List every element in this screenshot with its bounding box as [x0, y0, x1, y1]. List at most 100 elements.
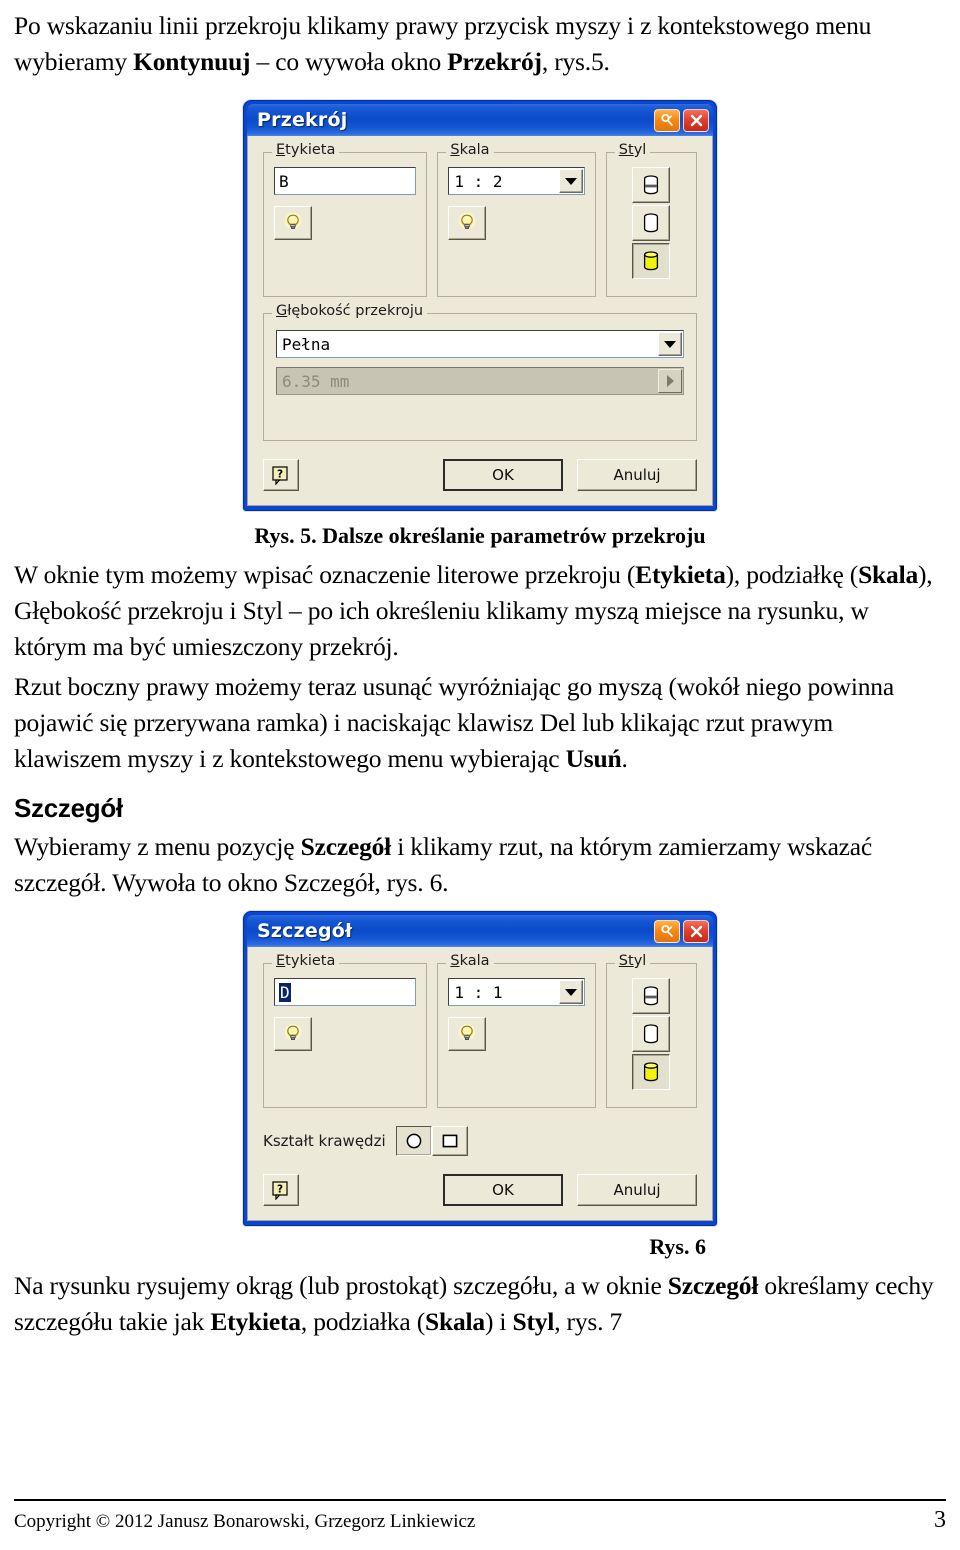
- square-edge-button[interactable]: [431, 1126, 468, 1156]
- footer-divider: [14, 1499, 946, 1501]
- style-plain-cylinder-button-przekroj[interactable]: [632, 205, 671, 241]
- after-fig6-i: , rys. 7: [554, 1307, 623, 1336]
- square-edge-icon: [442, 1134, 458, 1148]
- style-hatched-cylinder-button-przekroj[interactable]: [632, 167, 671, 203]
- style-yellow-cylinder-icon: [644, 251, 659, 271]
- dialog-szczegol-title: Szczegół: [257, 920, 353, 942]
- paragraph-delete-view: Rzut boczny prawy możemy teraz usunąć wy…: [14, 669, 946, 777]
- help-pin-icon[interactable]: [654, 919, 680, 943]
- cancel-button-szczegol[interactable]: Anuluj: [577, 1174, 697, 1206]
- group-etykieta-legend: Etykieta: [272, 953, 340, 969]
- glebokosc-combo[interactable]: Pełna: [276, 330, 684, 358]
- group-etykieta-szczegol: Etykieta D: [263, 953, 428, 1108]
- intro-line1: Po wskazaniu linii przekroju klikamy pra…: [14, 11, 872, 40]
- legend-accel: St: [618, 953, 634, 969]
- after-fig5-a: W oknie tym możemy wpisać oznaczenie lit…: [14, 560, 636, 589]
- etykieta-input-szczegol[interactable]: D: [274, 978, 417, 1006]
- document-page: Po wskazaniu linii przekroju klikamy pra…: [0, 0, 960, 1550]
- caret: [564, 177, 577, 185]
- group-etykieta-legend: Etykieta: [272, 142, 340, 158]
- style-yellow-cylinder-button-szczegol[interactable]: [632, 1054, 671, 1090]
- dialog-szczegol[interactable]: Szczegół Etykieta D Skala 1: 1 Styl Ksz…: [243, 911, 717, 1226]
- delete-view-a: Rzut boczny prawy możemy teraz usunąć wy…: [14, 672, 894, 773]
- page-footer: Copyright © 2012 Janusz Bonarowski, Grze…: [14, 1499, 946, 1534]
- ok-button-szczegol[interactable]: OK: [443, 1174, 563, 1206]
- etykieta-input-value: B: [279, 171, 289, 191]
- intro-line2-e: , rys.5.: [541, 47, 610, 76]
- group-styl-szczegol: Styl: [605, 953, 697, 1108]
- etykieta-lightbulb-button-przekroj[interactable]: [274, 206, 312, 240]
- legend-accel: S: [450, 142, 460, 158]
- legend-accel: St: [618, 142, 634, 158]
- legend-rest: tykieta: [285, 142, 336, 158]
- group-styl-przekroj: Styl: [605, 142, 697, 297]
- legend-rest: yl: [633, 953, 647, 969]
- dialog-przekroj-titlebar[interactable]: Przekrój: [247, 104, 713, 136]
- term-etykieta-2: Etykieta: [210, 1307, 301, 1336]
- cancel-button-przekroj[interactable]: Anuluj: [577, 459, 697, 491]
- page-number: 3: [934, 1507, 946, 1533]
- skala-lightbulb-button-szczegol[interactable]: [448, 1017, 487, 1051]
- term-styl: Styl: [512, 1307, 555, 1336]
- help-button-przekroj[interactable]: ?: [263, 459, 299, 491]
- skala-combo-przekroj[interactable]: 1 : 2: [448, 167, 585, 195]
- circle-edge-button[interactable]: [395, 1126, 432, 1156]
- help-question-icon: ?: [272, 466, 288, 485]
- circle-edge-icon: [406, 1133, 421, 1149]
- group-glebokosc-legend: Głębokość przekroju: [272, 303, 428, 319]
- style-plain-cylinder-button-szczegol[interactable]: [632, 1016, 671, 1052]
- lightbulb-icon: [458, 1023, 476, 1041]
- glebokosc-spinner-value: 6.35 mm: [282, 371, 350, 391]
- close-icon[interactable]: [683, 108, 709, 132]
- help-button-szczegol[interactable]: ?: [263, 1174, 299, 1206]
- etykieta-lightbulb-button-szczegol[interactable]: [274, 1017, 312, 1051]
- chevron-right-icon: [658, 369, 682, 393]
- after-fig6-e: , podziałka (: [300, 1307, 425, 1336]
- titlebar-buttons: [654, 919, 709, 943]
- footer-row: Copyright © 2012 Janusz Bonarowski, Grze…: [14, 1507, 946, 1534]
- svg-text:?: ?: [277, 468, 283, 480]
- style-yellow-cylinder-button-przekroj[interactable]: [632, 243, 671, 279]
- help-question-icon: ?: [272, 1181, 288, 1200]
- close-icon[interactable]: [683, 919, 709, 943]
- term-przekroj: Przekrój: [447, 47, 542, 76]
- help-pin-icon[interactable]: [654, 108, 680, 132]
- style-plain-cylinder-icon: [644, 1024, 659, 1044]
- chevron-down-icon[interactable]: [558, 169, 583, 193]
- footer-copyright: Copyright © 2012 Janusz Bonarowski, Grze…: [14, 1511, 476, 1532]
- intro-line2-c: – co wywoła okno: [250, 47, 448, 76]
- ok-button-przekroj[interactable]: OK: [443, 459, 563, 491]
- legend-rest: kala: [459, 953, 490, 969]
- legend-rest: tykieta: [285, 953, 336, 969]
- delete-view-c: .: [621, 744, 628, 773]
- skala-combo-szczegol[interactable]: 1 : 1: [448, 978, 585, 1006]
- etykieta-input-value: D: [279, 982, 291, 1002]
- section-heading-szczegol: Szczegół: [14, 793, 123, 823]
- group-styl-legend: Styl: [614, 142, 651, 158]
- term-kontynuuj: Kontynuuj: [133, 47, 251, 76]
- caret: [666, 375, 674, 387]
- szczegol-button-row: ? OK Anuluj: [263, 1174, 697, 1206]
- dialog-szczegol-titlebar[interactable]: Szczegół: [247, 915, 713, 947]
- legend-accel: G: [276, 303, 288, 319]
- style-hatched-cylinder-icon: [644, 986, 659, 1006]
- skala-lightbulb-button-przekroj[interactable]: [448, 206, 487, 240]
- chevron-down-icon[interactable]: [658, 332, 682, 356]
- term-szczegol: Szczegół: [300, 832, 392, 861]
- group-etykieta-przekroj: Etykieta B: [263, 142, 428, 297]
- svg-text:?: ?: [277, 1183, 283, 1195]
- style-hatched-cylinder-button-szczegol[interactable]: [632, 978, 671, 1014]
- dialog-przekroj[interactable]: Przekrój Etykieta B Skala 1: 2 Styl Głę…: [243, 100, 717, 511]
- term-etykieta: Etykieta: [635, 560, 726, 589]
- style-yellow-cylinder-icon: [644, 1062, 659, 1082]
- detail-intro-a: Wybieramy z menu pozycję: [14, 832, 301, 861]
- glebokosc-spinner: 6.35 mm: [276, 367, 684, 395]
- legend-accel: E: [276, 142, 286, 158]
- etykieta-input-przekroj[interactable]: B: [274, 167, 417, 195]
- legend-accel: E: [276, 953, 286, 969]
- edge-shape-buttons: [395, 1126, 468, 1156]
- dialog-szczegol-body: Etykieta D Skala 1: 1 Styl Kształt kraw…: [247, 947, 713, 1221]
- chevron-down-icon[interactable]: [558, 980, 583, 1004]
- lightbulb-icon: [458, 212, 476, 230]
- style-plain-cylinder-icon: [644, 213, 659, 233]
